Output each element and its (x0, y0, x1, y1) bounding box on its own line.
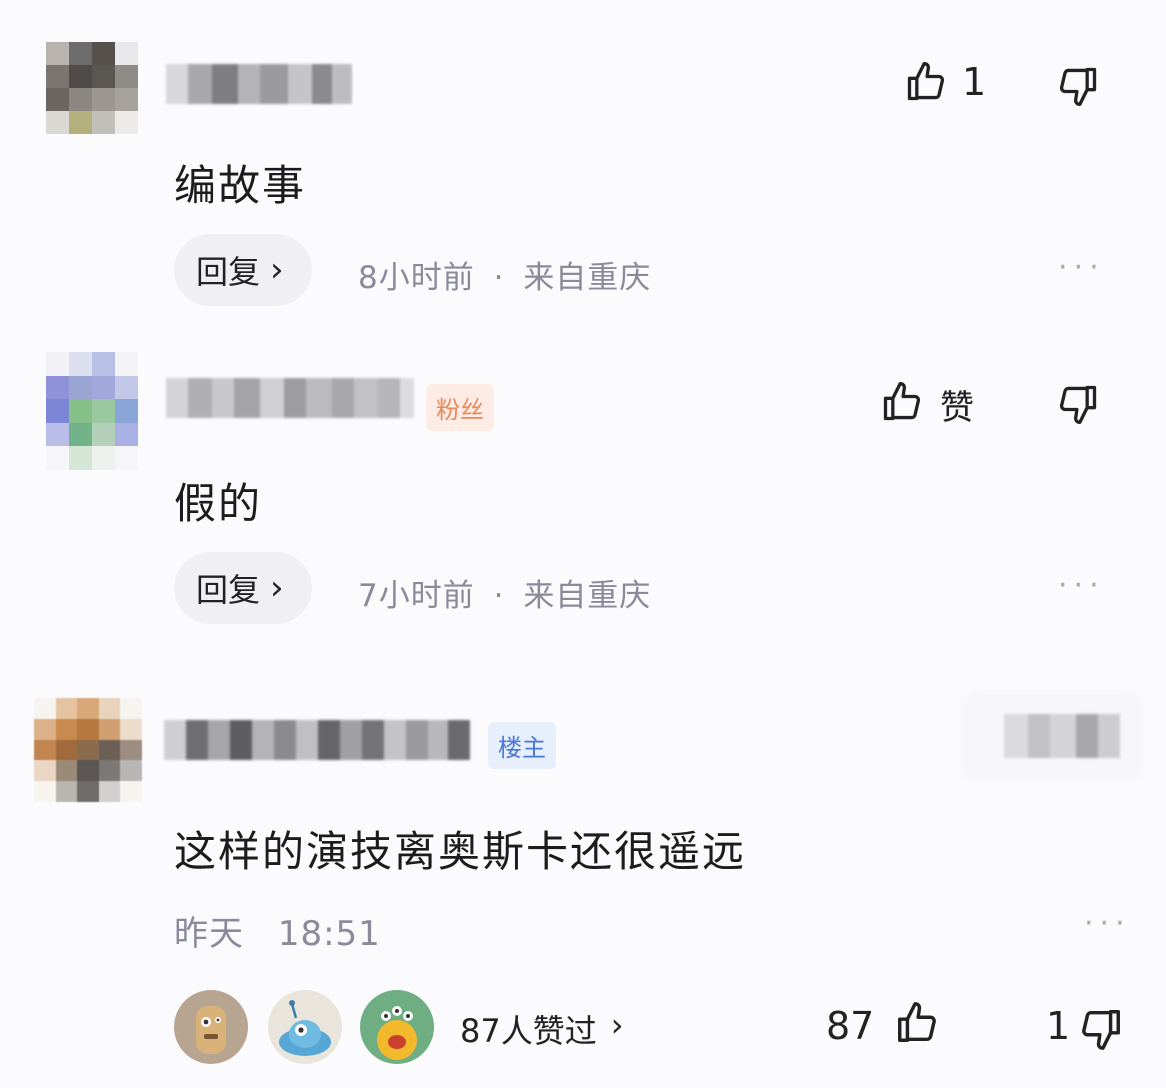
avatar[interactable] (34, 698, 142, 802)
thumbs-down-icon[interactable] (1078, 1006, 1124, 1052)
comment-text: 假的 (174, 479, 263, 528)
thumbs-down-icon[interactable] (1056, 382, 1100, 426)
username-blurred[interactable] (166, 378, 414, 418)
reply-label: 回复 (196, 571, 261, 609)
username-blurred[interactable] (164, 720, 470, 760)
separator: · (493, 260, 505, 296)
liker-avatar[interactable] (268, 990, 342, 1064)
location: 来自重庆 (523, 260, 652, 296)
thumbs-down-icon[interactable] (1056, 64, 1100, 108)
like-count: 1 (962, 60, 987, 104)
date: 昨天 (174, 914, 244, 954)
avatar[interactable] (46, 42, 138, 134)
timestamp: 8小时前 (358, 260, 475, 296)
separator: · (493, 578, 505, 614)
blurred-button-label (1004, 714, 1120, 758)
monster-avatar-icon (279, 1000, 331, 1056)
likers-label: 87人赞过 (460, 1012, 597, 1050)
avatar[interactable] (46, 352, 138, 470)
comment-text: 这样的演技离奥斯卡还很遥远 (174, 827, 747, 876)
chevron-right-icon: › (610, 1006, 624, 1044)
username-blurred[interactable] (166, 64, 352, 104)
more-dots-icon[interactable]: ··· (1084, 906, 1131, 941)
likers-link[interactable]: 87人赞过 › (460, 1006, 624, 1052)
dislike-count: 1 (1046, 1004, 1071, 1048)
comment-text: 编故事 (174, 161, 307, 210)
comment-meta: 昨天 18:51 (174, 906, 381, 955)
liker-avatar[interactable] (174, 990, 248, 1064)
more-dots-icon[interactable]: ··· (1058, 568, 1105, 603)
host-badge: 楼主 (488, 722, 556, 769)
reply-button[interactable]: 回复 › (174, 552, 312, 624)
monster-avatar-icon (196, 1006, 226, 1054)
like-label[interactable]: 赞 (940, 380, 974, 429)
chevron-right-icon: › (270, 250, 284, 290)
reply-label: 回复 (196, 253, 261, 291)
more-dots-icon[interactable]: ··· (1058, 250, 1105, 285)
location: 来自重庆 (523, 578, 652, 614)
comment-meta: 7小时前 · 来自重庆 (358, 570, 651, 615)
fan-badge: 粉丝 (426, 384, 494, 431)
timestamp: 18:51 (277, 914, 381, 954)
thumbs-up-icon[interactable] (904, 60, 948, 104)
thumbs-up-icon[interactable] (880, 380, 924, 424)
chevron-right-icon: › (270, 568, 284, 608)
timestamp: 7小时前 (358, 578, 475, 614)
like-count: 87 (826, 1004, 875, 1048)
reply-button[interactable]: 回复 › (174, 234, 312, 306)
monster-avatar-icon (377, 1006, 417, 1060)
thumbs-up-icon[interactable] (894, 1000, 940, 1046)
comment-meta: 8小时前 · 来自重庆 (358, 252, 651, 297)
liker-avatar[interactable] (360, 990, 434, 1064)
